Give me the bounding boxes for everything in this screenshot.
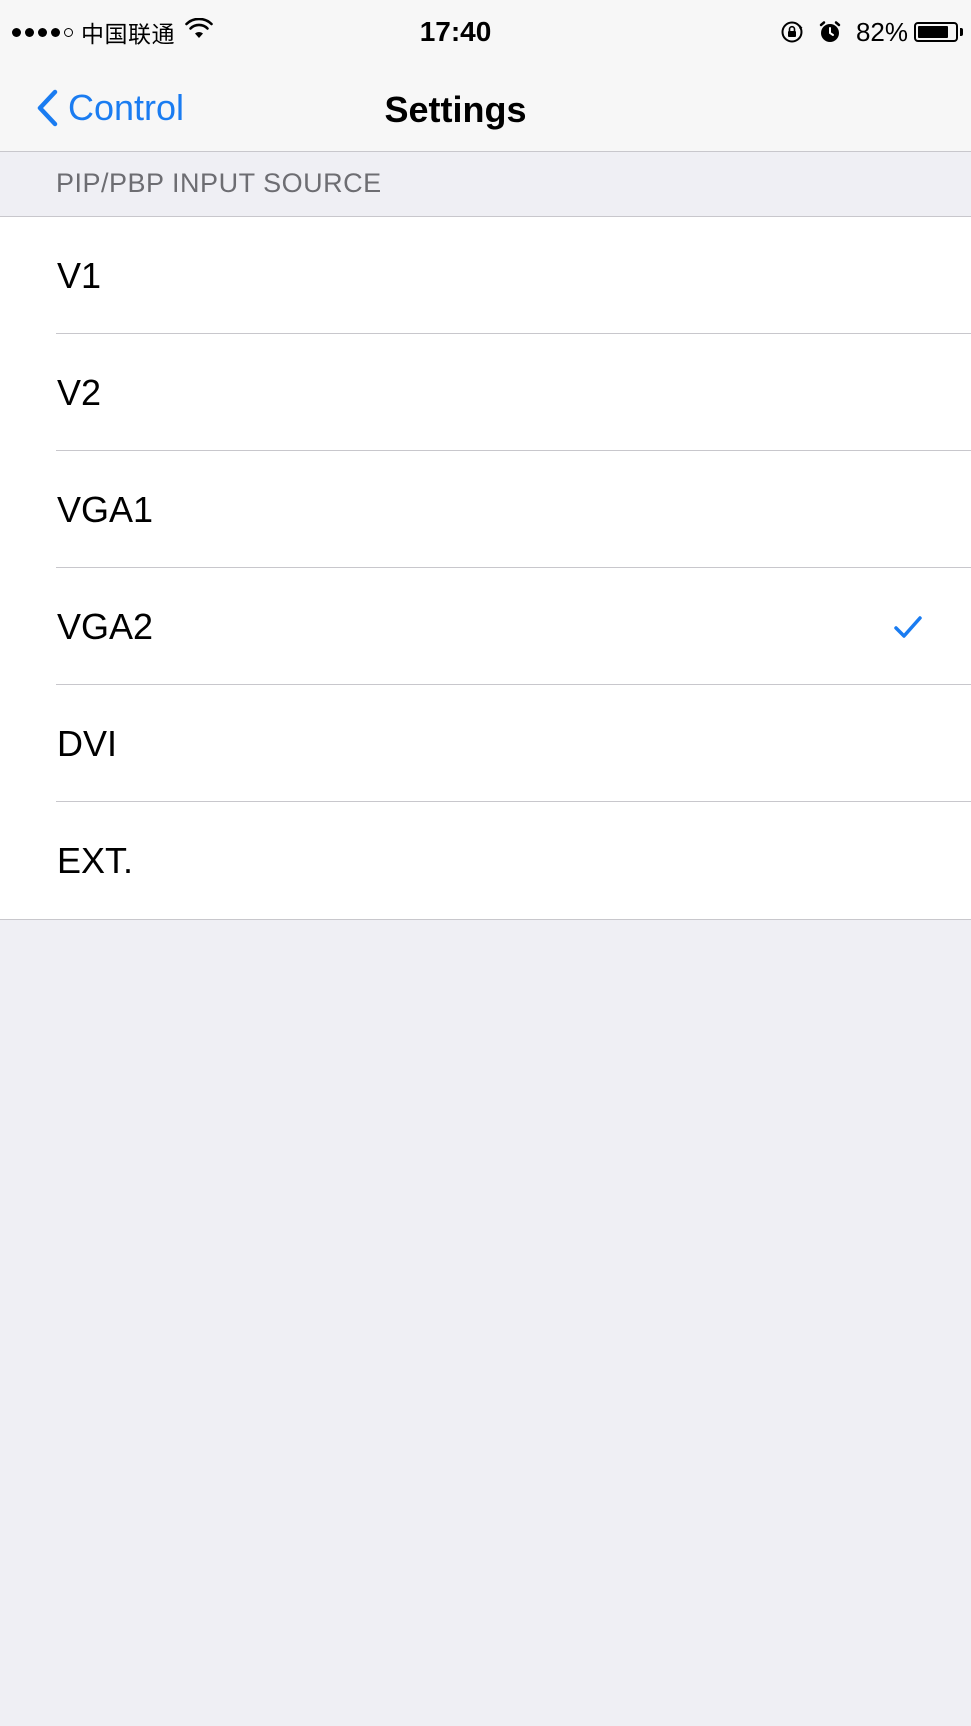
- option-label: V1: [57, 254, 102, 296]
- status-right: 82%: [780, 16, 963, 48]
- option-label: DVI: [57, 722, 118, 764]
- battery-fill: [918, 26, 948, 38]
- checkmark-icon: [893, 614, 923, 645]
- navigation-bar: Control Settings: [0, 64, 971, 152]
- rotation-lock-icon: [780, 20, 804, 44]
- option-label: EXT.: [57, 839, 134, 881]
- section-header-label: PIP/PBP INPUT SOURCE: [56, 168, 382, 198]
- settings-screen: 中国联通 17:40 82% Control Settings PIP/PBP …: [0, 0, 971, 1726]
- option-vga1[interactable]: VGA1: [0, 451, 971, 568]
- option-ext[interactable]: EXT.: [0, 802, 971, 919]
- battery-tip: [960, 28, 963, 36]
- option-label: V2: [57, 371, 102, 413]
- status-bar: 中国联通 17:40 82%: [0, 0, 971, 64]
- option-label: VGA1: [57, 488, 154, 530]
- option-v2[interactable]: V2: [0, 334, 971, 451]
- input-source-list: V1 V2 VGA1 VGA2 DVI EXT.: [0, 216, 971, 920]
- section-header: PIP/PBP INPUT SOURCE: [0, 152, 971, 216]
- option-v1[interactable]: V1: [0, 217, 971, 334]
- option-label: VGA2: [57, 605, 154, 647]
- battery-icon: [914, 22, 958, 42]
- option-vga2[interactable]: VGA2: [0, 568, 971, 685]
- option-dvi[interactable]: DVI: [0, 685, 971, 802]
- battery-percentage: 82%: [855, 16, 908, 47]
- alarm-icon: [818, 20, 842, 44]
- page-title: Settings: [384, 89, 527, 130]
